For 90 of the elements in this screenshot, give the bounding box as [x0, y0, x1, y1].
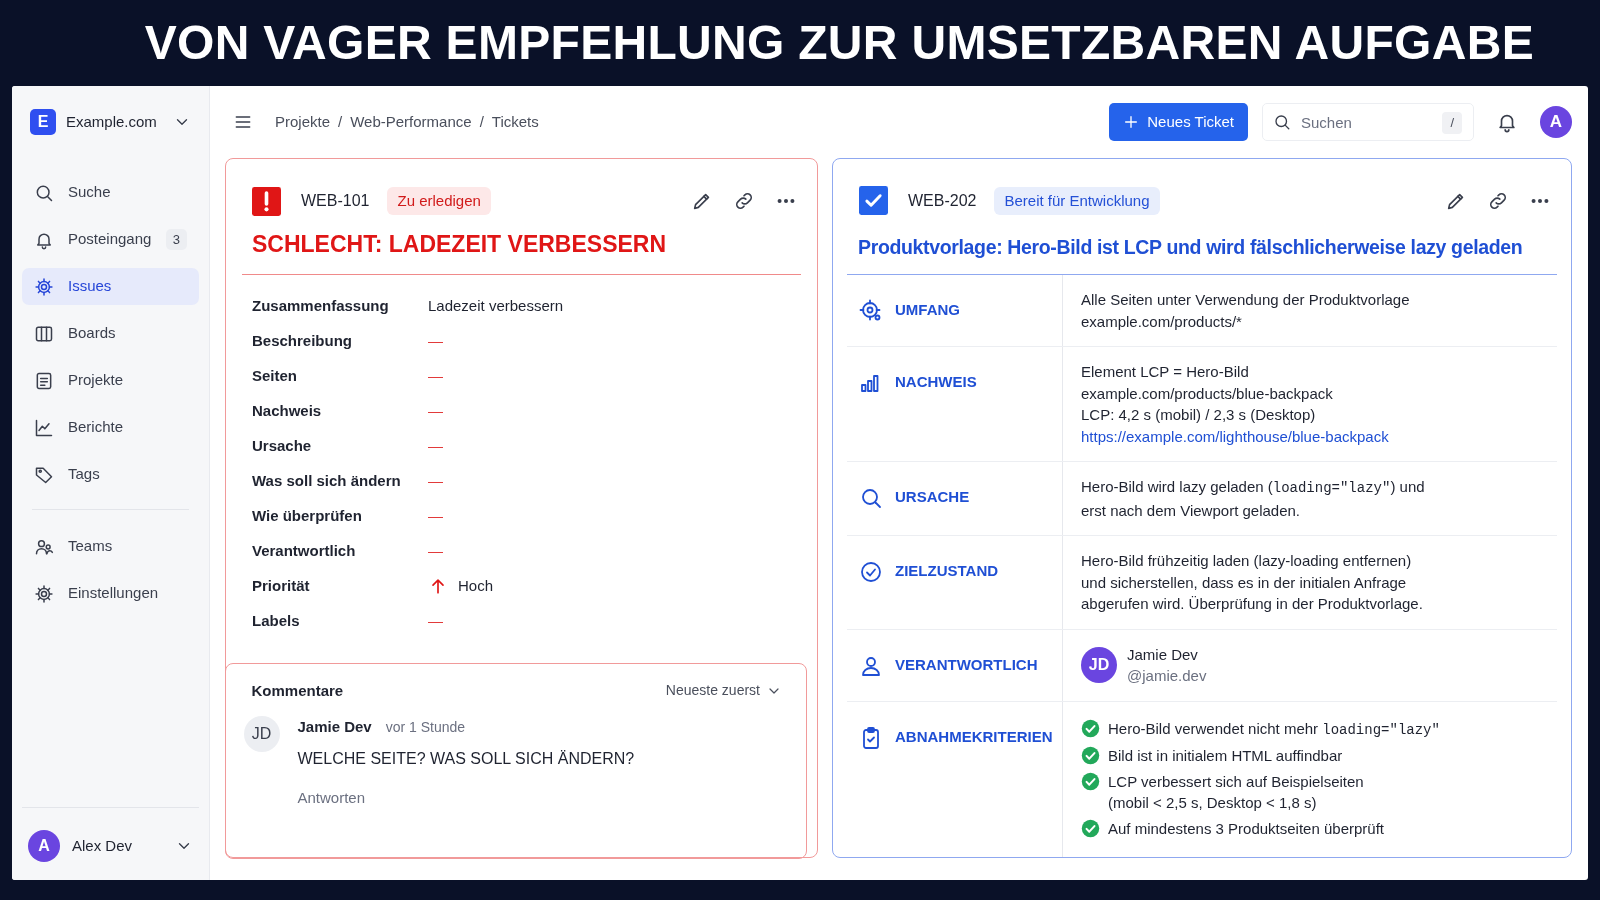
document-icon	[34, 370, 54, 391]
field-label: Ursache	[252, 435, 313, 456]
search-icon	[1273, 113, 1291, 131]
ticket-title: Produktvorlage: Hero-Bild ist LCP und wird fälschlicherweise lazy geladen	[847, 232, 1557, 275]
section-label: ZIELZUSTAND	[895, 561, 999, 581]
field-label: Zusammenfassung	[252, 295, 390, 316]
field-label: Seiten	[252, 365, 298, 386]
plus-icon	[1123, 114, 1140, 130]
checkbox-icon	[859, 186, 888, 216]
new-ticket-button[interactable]: Neues Ticket	[1109, 103, 1248, 141]
missing-value: —	[428, 540, 443, 561]
user-name: Alex Dev	[72, 835, 134, 856]
reply-link[interactable]: Antworten	[297, 786, 366, 809]
comment-author: Jamie Dev	[297, 717, 372, 737]
sidebar-item[interactable]: Issues	[22, 268, 199, 305]
user-avatar[interactable]: A	[1540, 106, 1572, 138]
workspace-logo: E	[30, 109, 56, 135]
check-circle-icon[interactable]	[1081, 718, 1100, 738]
section-label: NACHWEIS	[895, 372, 977, 392]
sidebar-item[interactable]: Boards	[22, 315, 199, 352]
sidebar-item[interactable]: Tags	[22, 456, 199, 493]
ticket-id: WEB-101	[301, 191, 370, 211]
sort-dropdown[interactable]: Neueste zuerst	[665, 680, 782, 702]
ticket-title: SCHLECHT: LADEZEIT VERBESSERN	[242, 227, 801, 275]
breadcrumb-link[interactable]: Projekte	[275, 110, 331, 134]
field-label: Nachweis	[252, 400, 323, 421]
missing-value: —	[428, 505, 443, 526]
sidebar-item[interactable]: Projekte	[22, 362, 199, 399]
section-label: ABNAHMEKRITERIEN	[895, 726, 1053, 747]
missing-value: —	[428, 400, 443, 421]
field-label: Wie überprüfen	[252, 505, 363, 526]
status-badge: Zu erledigen	[387, 186, 491, 216]
section-text: Element LCP = Hero-Bild example.com/products/blue-backpack LCP: 4,2 s (mobil) / 2,3 s (Desktop) https://example.com/lighthouse/blue-backpack	[1081, 362, 1390, 447]
field-label: Verantwortlich	[252, 540, 357, 561]
check-circle-icon	[859, 560, 883, 584]
section-text: Hero-Bild frühzeitig laden (lazy-loading entfernen) und sicherstellen, dass es in der initialen Anfrage abgerufen wird. Überprüfung in der Produktvorlage.	[1081, 551, 1424, 614]
workspace-name: Example.com	[66, 111, 158, 132]
section-heading: Kommentare	[251, 680, 344, 701]
link-icon[interactable]	[733, 190, 755, 212]
field-label: Beschreibung	[252, 330, 354, 351]
sidebar-item[interactable]: Suche	[22, 174, 199, 211]
sidebar-item[interactable]: Teams	[22, 528, 199, 565]
assignee-name: Jamie Dev	[1127, 644, 1199, 665]
missing-value: —	[428, 470, 443, 491]
section-text: Hero-Bild wird lazy geladen (loading="lazy") und erst nach dem Viewport geladen.	[1081, 477, 1426, 521]
missing-value: —	[428, 365, 443, 386]
check-circle-icon[interactable]	[1081, 771, 1100, 791]
missing-value: —	[428, 435, 443, 456]
status-badge: Bereit für Entwicklung	[994, 186, 1160, 216]
section-text: Alle Seiten unter Verwendung der Produktvorlage example.com/products/*	[1081, 290, 1411, 332]
line-chart-icon	[34, 417, 54, 438]
sidebar-item[interactable]: Einstellungen	[22, 575, 199, 612]
checklist-text: Bild ist in initialem HTML auffindbar	[1108, 746, 1343, 766]
priority-value: Hoch	[458, 575, 494, 596]
user-avatar: JD	[1081, 647, 1117, 683]
missing-value: —	[428, 330, 443, 351]
comment-time: vor 1 Stunde	[385, 718, 466, 737]
target-icon	[859, 299, 883, 323]
field-value: Ladezeit verbessern	[428, 295, 564, 316]
user-avatar: JD	[243, 716, 280, 752]
sidebar-item[interactable]: Posteingang 3	[22, 221, 199, 258]
sidebar-item[interactable]: Berichte	[22, 409, 199, 446]
search-icon	[859, 486, 883, 510]
missing-value: —	[428, 610, 443, 631]
comment-text: WELCHE SEITE? WAS SOLL SICH ÄNDERN?	[297, 748, 635, 769]
settings-icon	[34, 583, 54, 604]
link[interactable]: https://example.com/lighthouse/blue-backpack	[1081, 427, 1389, 445]
section-label: UMFANG	[895, 300, 960, 320]
checklist-text: Auf mindestens 3 Produktseiten überprüft	[1108, 818, 1384, 839]
page-heading: VON VAGER EMPFEHLUNG ZUR UMSETZBAREN AUFGABE	[144, 19, 1534, 67]
section-label: URSACHE	[895, 487, 970, 507]
check-circle-icon[interactable]	[1081, 746, 1100, 765]
checklist-text: LCP verbessert sich auf Beispielseiten (mobil < 2,5 s, Desktop < 1,8 s)	[1108, 771, 1364, 813]
shortcut-key: /	[1442, 112, 1462, 134]
checklist-text: Hero-Bild verwendet nicht mehr loading="lazy"	[1108, 718, 1440, 740]
breadcrumb-link[interactable]: Tickets	[491, 110, 539, 134]
field-label: Was soll sich ändern	[252, 470, 402, 491]
breadcrumb-separator: /	[338, 111, 343, 132]
user-avatar: A	[28, 830, 60, 862]
ticket-id: WEB-202	[908, 190, 977, 211]
count-badge: 3	[165, 228, 187, 251]
settings-icon	[34, 276, 54, 297]
assignee-handle: @jamie.dev	[1127, 666, 1207, 686]
breadcrumb-link[interactable]: Web-Performance	[350, 110, 472, 134]
breadcrumb-separator: /	[479, 111, 484, 132]
field-label: Priorität	[252, 575, 311, 596]
check-circle-icon[interactable]	[1081, 818, 1100, 838]
alert-icon	[252, 186, 281, 216]
section-label: VERANTWORTLICH	[895, 654, 1038, 675]
field-label: Labels	[252, 610, 301, 631]
